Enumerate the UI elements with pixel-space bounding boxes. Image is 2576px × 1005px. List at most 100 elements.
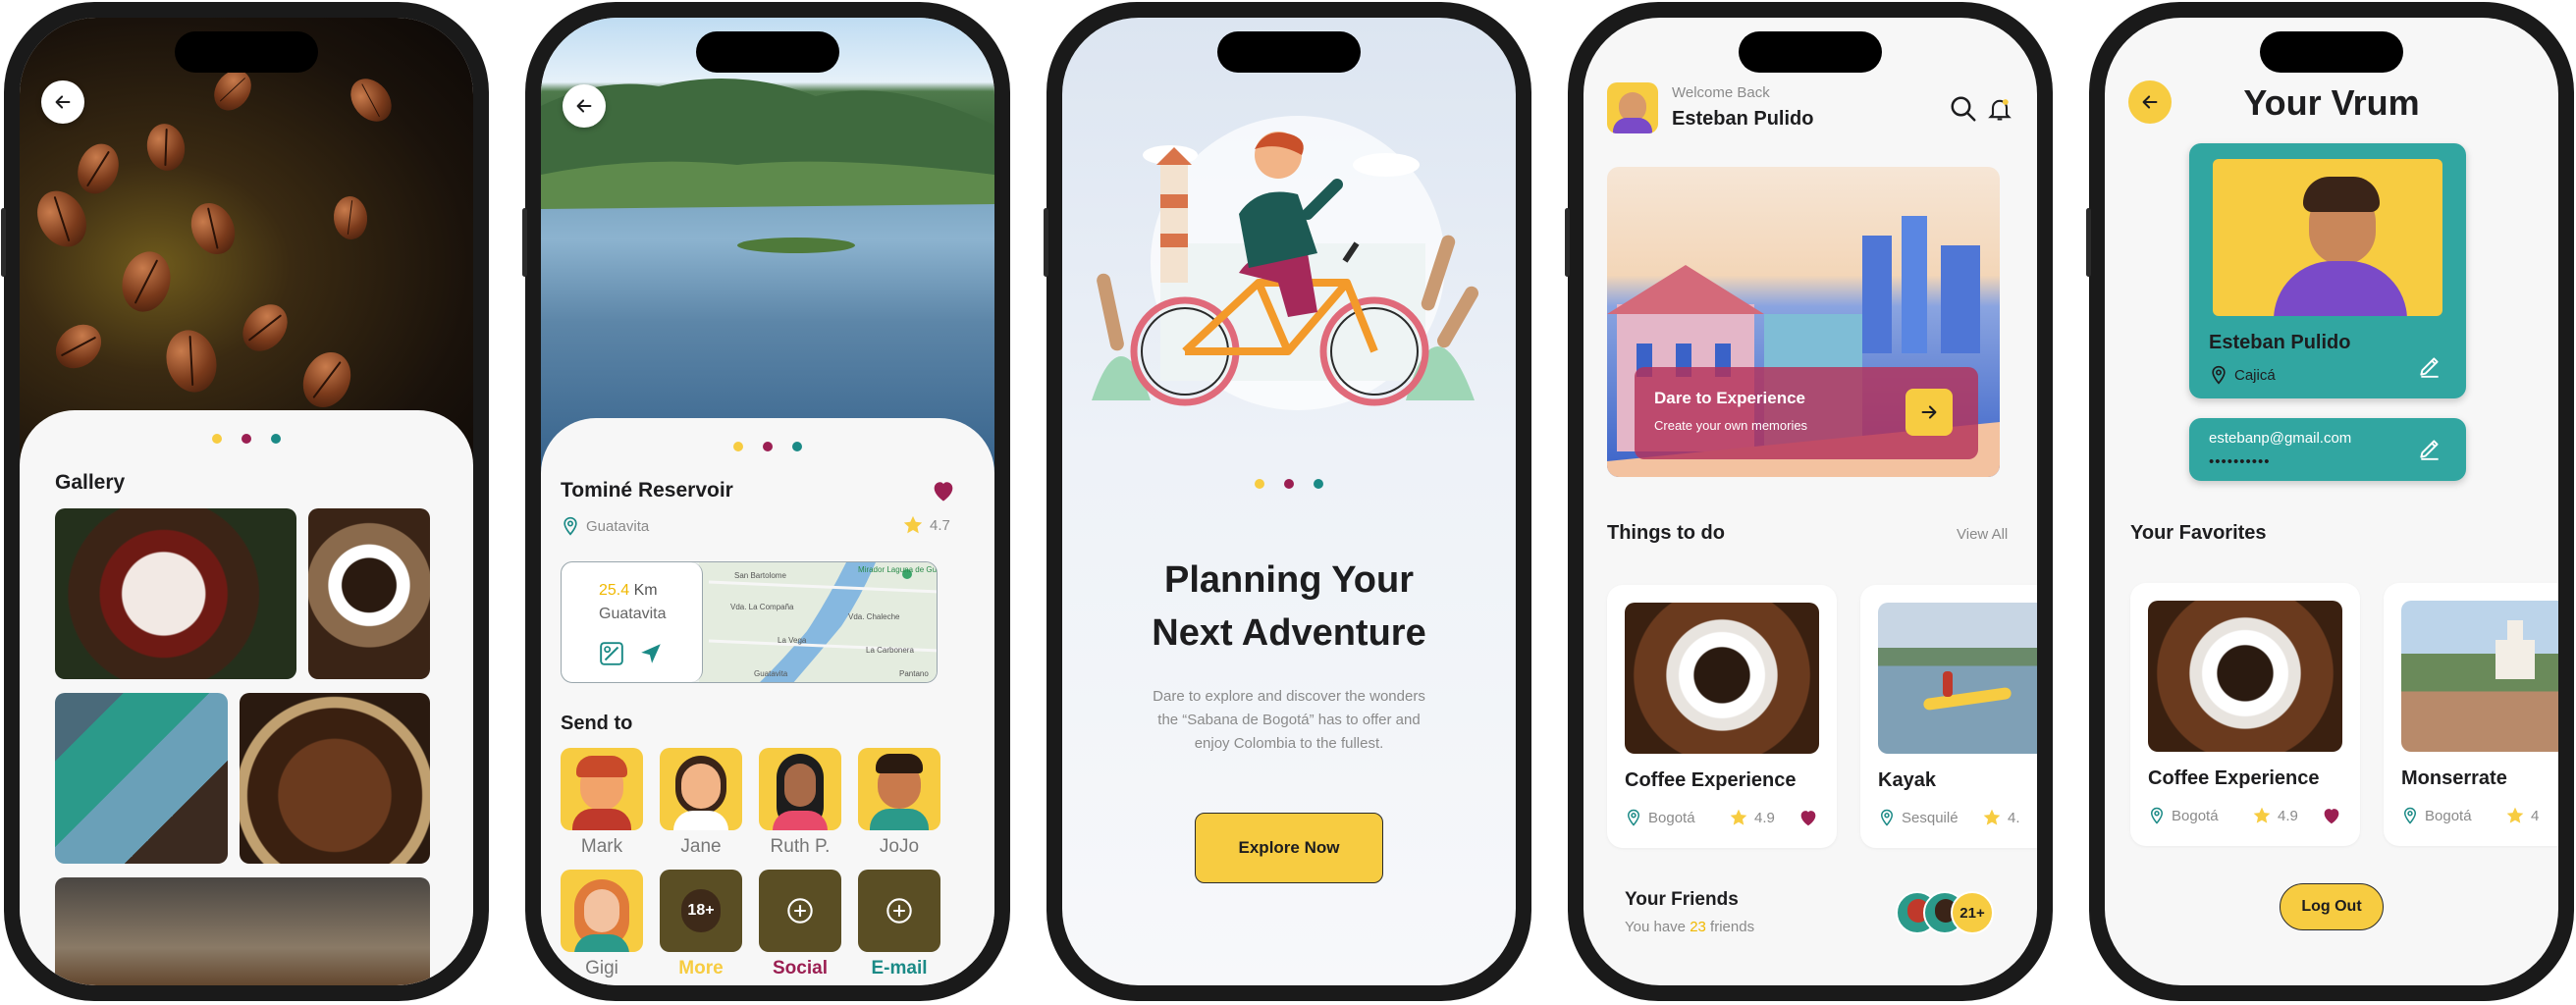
page-dot[interactable] <box>242 434 251 444</box>
avatar <box>561 748 643 830</box>
contact-email[interactable]: E-mail <box>858 870 940 979</box>
things-title: Things to do <box>1607 522 1725 544</box>
friends-title: Your Friends <box>1625 889 1739 910</box>
onboarding-screen: Planning Your Next Adventure Dare to exp… <box>1062 18 1516 985</box>
contact-more[interactable]: 18+ More <box>660 870 742 979</box>
location-pin-icon <box>2401 807 2419 824</box>
back-button[interactable] <box>41 80 84 124</box>
activity-title: Coffee Experience <box>1625 769 1797 791</box>
dare-banner[interactable]: Dare to Experience Create your own memor… <box>1607 167 2000 477</box>
friends-more-badge[interactable]: 21+ <box>1951 891 1994 934</box>
gallery-title: Gallery <box>55 471 126 494</box>
arrow-left-icon <box>2139 91 2161 113</box>
map-route-icon[interactable] <box>599 641 624 666</box>
onboarding-description: Dare to explore and discover the wonders… <box>1153 688 1425 752</box>
banner-title: Dare to Experience <box>1654 389 1806 407</box>
add-circle-icon <box>787 898 813 924</box>
contact-mark[interactable]: Mark <box>561 748 643 858</box>
favorite-card-monserrate[interactable]: Monserrate Bogotá 4 <box>2384 583 2558 846</box>
dynamic-island <box>1739 31 1882 73</box>
coffee-beans-hero-image <box>20 18 473 469</box>
star-icon <box>1982 808 2002 827</box>
profile-title: Your Vrum <box>2243 82 2420 123</box>
back-button[interactable] <box>563 84 606 128</box>
favorite-title: Coffee Experience <box>2148 767 2320 789</box>
distance-unit: Km <box>633 582 658 599</box>
activity-card-coffee[interactable]: Coffee Experience Bogotá 4.9 <box>1607 585 1837 848</box>
favorite-heart-icon[interactable] <box>2321 805 2342 826</box>
distance-place: Guatavita <box>599 606 667 622</box>
favorite-photo <box>2148 601 2342 752</box>
gallery-photo-coffee-table[interactable] <box>55 877 430 985</box>
favorite-location: Bogotá <box>2401 807 2472 824</box>
location-pin-icon <box>561 516 580 536</box>
friends-summary: You have 23 friends <box>1625 919 1755 935</box>
page-dot[interactable] <box>212 434 222 444</box>
favorite-heart-icon[interactable] <box>1798 807 1819 828</box>
view-all-link[interactable]: View All <box>1957 526 2008 543</box>
profile-town: Cajicá <box>2209 365 2276 385</box>
activity-title: Kayak <box>1878 769 1936 791</box>
contact-jane[interactable]: Jane <box>660 748 742 858</box>
profile-card: Esteban Pulido Cajicá <box>2189 143 2466 398</box>
arrow-right-icon <box>1921 405 1937 419</box>
navigate-send-icon[interactable] <box>638 641 664 666</box>
banner-arrow-button[interactable] <box>1905 389 1953 436</box>
gallery-photo-beans-sack[interactable] <box>240 693 430 864</box>
favorite-heart-icon[interactable] <box>930 477 957 504</box>
phone-home: Welcome Back Esteban Pulido Dare to Expe… <box>1565 2 2053 1001</box>
page-dot[interactable] <box>1255 479 1264 489</box>
page-dot[interactable] <box>1284 479 1294 489</box>
detail-screen: Tominé Reservoir Guatavita 4.7 San Barto… <box>541 18 994 985</box>
banner-subtitle: Create your own memories <box>1654 418 1808 433</box>
activity-location: Bogotá <box>1625 809 1695 826</box>
page-dot[interactable] <box>733 442 743 451</box>
log-out-button[interactable]: Log Out <box>2280 883 2384 930</box>
cyclist-illustration <box>1092 116 1478 410</box>
location-pin-icon <box>1625 809 1642 826</box>
user-name: Esteban Pulido <box>1672 108 1814 130</box>
activity-photo <box>1878 603 2037 754</box>
dynamic-island <box>696 31 839 73</box>
map-label: Guatavita <box>754 669 788 678</box>
avatar[interactable] <box>1607 82 1658 133</box>
page-dot[interactable] <box>763 442 773 451</box>
explore-now-button[interactable]: Explore Now <box>1195 813 1383 883</box>
page-dot[interactable] <box>792 442 802 451</box>
star-icon <box>2252 806 2272 825</box>
contact-gigi[interactable]: Gigi <box>561 870 643 979</box>
gallery-photo-espresso[interactable] <box>308 508 430 679</box>
location-pin-icon <box>2148 807 2166 824</box>
profile-email: estebanp@gmail.com <box>2209 430 2352 447</box>
edit-pencil-icon[interactable] <box>2417 353 2442 379</box>
favorite-card-coffee[interactable]: Coffee Experience Bogotá 4.9 <box>2130 583 2360 846</box>
bell-icon[interactable] <box>1986 94 2013 124</box>
map-card[interactable]: San Bartolome Mirador Laguna de Guatavit… <box>561 561 938 683</box>
search-icon[interactable] <box>1949 94 1978 124</box>
contact-social[interactable]: Social <box>759 870 841 979</box>
map-label: San Bartolome <box>734 571 786 580</box>
contact-ruth[interactable]: Ruth P. <box>759 748 841 858</box>
edit-pencil-icon[interactable] <box>2417 436 2442 461</box>
send-to-title: Send to <box>561 713 633 734</box>
contact-jojo[interactable]: JoJo <box>858 748 940 858</box>
gallery-photo-coffee-bags[interactable] <box>55 693 228 864</box>
page-indicator <box>20 434 473 444</box>
map-label: Vda. Chaleche <box>848 612 900 621</box>
avatar <box>759 870 841 952</box>
lake-hero-image <box>541 18 994 479</box>
activity-card-kayak[interactable]: Kayak Sesquilé 4. <box>1860 585 2037 848</box>
distance-value: 25.4 <box>599 582 630 599</box>
gallery-photo-cup-on-beans[interactable] <box>55 508 296 679</box>
activity-photo <box>1625 603 1819 754</box>
page-dot[interactable] <box>1314 479 1323 489</box>
favorite-photo <box>2401 601 2558 752</box>
profile-screen: Your Vrum Esteban Pulido Cajicá estebanp… <box>2105 18 2558 985</box>
back-button[interactable] <box>2128 80 2172 124</box>
gallery-screen: Gallery <box>20 18 473 985</box>
profile-avatar[interactable] <box>2213 159 2442 316</box>
dynamic-island <box>2260 31 2403 73</box>
place-title: Tominé Reservoir <box>561 479 733 502</box>
page-indicator <box>541 442 994 451</box>
page-dot[interactable] <box>271 434 281 444</box>
